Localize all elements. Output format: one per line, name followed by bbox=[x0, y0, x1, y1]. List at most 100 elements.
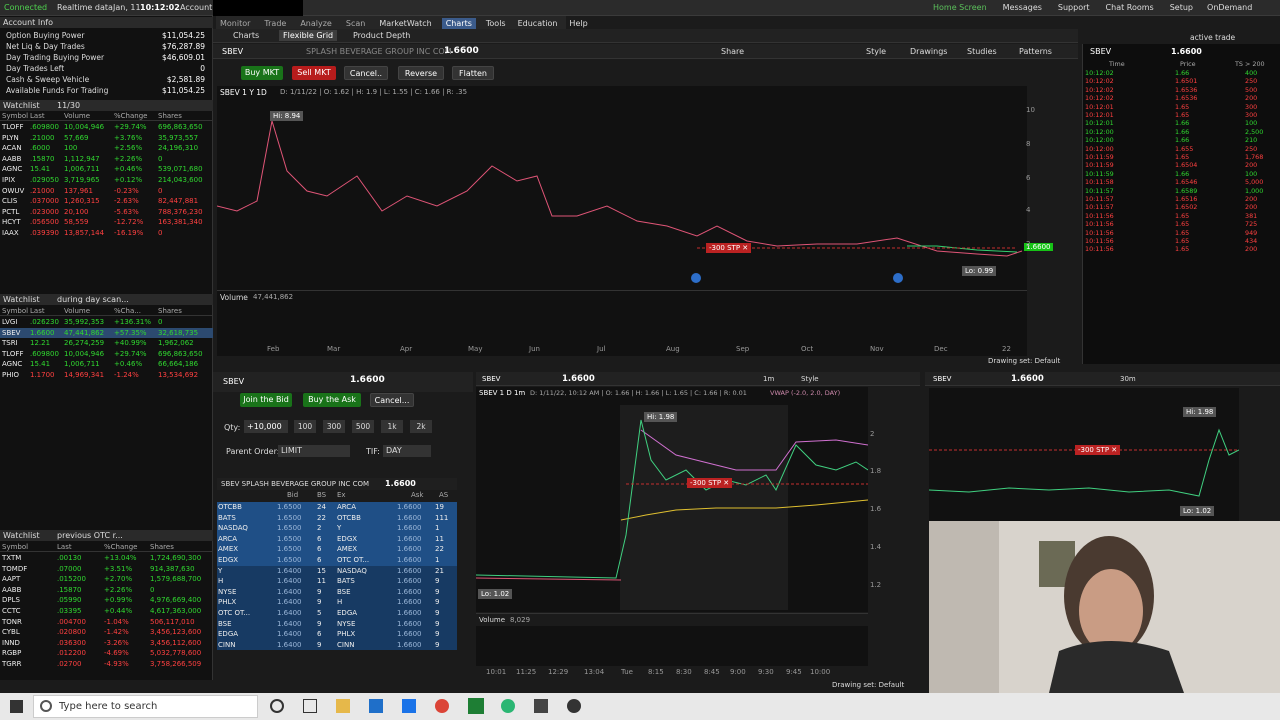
book-row[interactable]: EDGA 1.6400 6 PHLX 1.6600 9 bbox=[217, 629, 457, 640]
watchlist-row[interactable]: AABB .15870 +2.26% 0 bbox=[0, 585, 213, 596]
tab-product-depth[interactable]: Product Depth bbox=[353, 31, 410, 40]
symbol-input[interactable]: SBEV bbox=[222, 47, 243, 56]
watchlist-row[interactable]: ACAN .6000 100 +2.56% 24,196,310 bbox=[0, 143, 213, 154]
intraday-symbol-input[interactable]: SBEV bbox=[482, 375, 500, 383]
book-row[interactable]: CINN 1.6400 9 CINN 1.6600 9 bbox=[217, 639, 457, 651]
drawings-menu[interactable]: Drawings bbox=[910, 47, 947, 56]
book-row[interactable]: OTC OT... 1.6400 5 EDGA 1.6600 9 bbox=[217, 608, 457, 619]
tif-select[interactable]: DAY bbox=[383, 445, 431, 457]
qty-300-button[interactable]: 300 bbox=[323, 420, 345, 433]
store-icon[interactable] bbox=[369, 699, 383, 713]
cortana-icon[interactable] bbox=[270, 699, 284, 713]
book-row[interactable]: Y 1.6400 15 NASDAQ 1.6600 21 bbox=[217, 565, 457, 577]
watchlist-row[interactable]: TSRI 12.21 26,274,259 +40.99% 1,962,062 bbox=[0, 338, 213, 349]
support-link[interactable]: Support bbox=[1058, 3, 1090, 12]
watchlist-row[interactable]: TONR .004700 -1.04% 506,117,010 bbox=[0, 617, 213, 628]
menu-trade[interactable]: Trade bbox=[264, 19, 286, 28]
menu-education[interactable]: Education bbox=[518, 19, 558, 28]
file-explorer-icon[interactable] bbox=[336, 699, 350, 713]
watchlist-row[interactable]: HCYT .056500 58,559 -12.72% 163,381,340 bbox=[0, 217, 213, 228]
third-interval[interactable]: 30m bbox=[1120, 375, 1136, 383]
mail-icon[interactable] bbox=[402, 699, 416, 713]
third-stop-marker[interactable]: -300 STP ✕ bbox=[1075, 445, 1121, 455]
messages-link[interactable]: Messages bbox=[1003, 3, 1042, 12]
book-row[interactable]: ARCA 1.6500 6 EDGX 1.6600 11 bbox=[217, 533, 457, 545]
tab-charts[interactable]: Charts bbox=[233, 31, 259, 40]
watchlist-row[interactable]: PLYN .21000 57,669 +3.76% 35,973,557 bbox=[0, 133, 213, 144]
app-icon[interactable] bbox=[501, 699, 515, 713]
book-row[interactable]: BSE 1.6400 9 NYSE 1.6600 9 bbox=[217, 618, 457, 630]
ondemand-link[interactable]: OnDemand bbox=[1207, 3, 1252, 12]
book-row[interactable]: NYSE 1.6400 9 BSE 1.6600 9 bbox=[217, 586, 457, 598]
tab-flexible-grid[interactable]: Flexible Grid bbox=[279, 30, 338, 41]
menu-analyze[interactable]: Analyze bbox=[300, 19, 332, 28]
buy-mkt-button[interactable]: Buy MKT bbox=[241, 66, 283, 80]
watchlist-row[interactable]: AGNC 15.41 1,006,711 +0.46% 539,071,680 bbox=[0, 164, 213, 175]
buy-ask-button[interactable]: Buy the Ask bbox=[303, 393, 361, 407]
obs-icon[interactable] bbox=[567, 699, 581, 713]
drawing-set-label[interactable]: Drawing set: Default bbox=[988, 357, 1060, 365]
intraday-interval[interactable]: 1m bbox=[763, 375, 774, 383]
home-screen-link[interactable]: Home Screen bbox=[933, 3, 987, 12]
reverse-button[interactable]: Reverse bbox=[398, 66, 444, 80]
book-row[interactable]: NASDAQ 1.6500 2 Y 1.6600 1 bbox=[217, 523, 457, 534]
setup-link[interactable]: Setup bbox=[1170, 3, 1193, 12]
patterns-menu[interactable]: Patterns bbox=[1019, 47, 1052, 56]
watchlist-row[interactable]: TLOFF .609800 10,004,946 +29.74% 696,863,650 bbox=[0, 122, 213, 133]
qty-2k-button[interactable]: 2k bbox=[410, 420, 432, 433]
studies-menu[interactable]: Studies bbox=[967, 47, 997, 56]
watchlist-row[interactable]: PCTL .023000 20,100 -5.63% 788,376,230 bbox=[0, 207, 213, 218]
chat-rooms-link[interactable]: Chat Rooms bbox=[1106, 3, 1154, 12]
watchlist-row[interactable]: OWUV .21000 137,961 -0.23% 0 bbox=[0, 186, 213, 197]
book-row[interactable]: OTCBB 1.6500 24 ARCA 1.6600 19 bbox=[217, 502, 457, 513]
event-marker-icon[interactable] bbox=[691, 273, 701, 283]
qty-100-button[interactable]: 100 bbox=[294, 420, 316, 433]
qty-1k-button[interactable]: 1k bbox=[381, 420, 403, 433]
at-symbol[interactable]: SBEV bbox=[223, 377, 244, 386]
menu-help[interactable]: Help bbox=[569, 19, 587, 28]
excel-icon[interactable] bbox=[468, 698, 484, 714]
watchlist-row[interactable]: RGBP .012200 -4.69% 5,032,778,600 bbox=[0, 648, 213, 659]
watchlist2-header[interactable]: Watchlist during day scan... bbox=[0, 294, 213, 305]
intraday-style-menu[interactable]: Style bbox=[801, 375, 819, 383]
watchlist-row[interactable]: TOMDF .07000 +3.51% 914,387,630 bbox=[0, 564, 213, 575]
watchlist-row[interactable]: TGRR .02700 -4.93% 3,758,266,509 bbox=[0, 659, 213, 670]
stop-order-marker[interactable]: -300 STP ✕ bbox=[706, 243, 752, 253]
watchlist-row[interactable]: CLIS .037000 1,260,315 -2.63% 82,447,881 bbox=[0, 196, 213, 207]
watchlist-row[interactable]: CYBL .020800 -1.42% 3,456,123,600 bbox=[0, 627, 213, 638]
thinkorswim-icon[interactable] bbox=[534, 699, 548, 713]
book-row[interactable]: AMEX 1.6500 6 AMEX 1.6600 22 bbox=[217, 544, 457, 555]
join-bid-button[interactable]: Join the Bid bbox=[240, 393, 292, 407]
share-button[interactable]: Share bbox=[721, 47, 744, 56]
book-row[interactable]: EDGX 1.6500 6 OTC OT... 1.6600 1 bbox=[217, 555, 457, 566]
menu-marketwatch[interactable]: MarketWatch bbox=[379, 19, 431, 28]
watchlist-row[interactable]: AAPT .015200 +2.70% 1,579,688,700 bbox=[0, 574, 213, 585]
watchlist-row[interactable]: AABB .15870 1,112,947 +2.26% 0 bbox=[0, 154, 213, 165]
qty-input[interactable]: +10,000 bbox=[244, 420, 288, 433]
account-label[interactable]: Account bbox=[180, 3, 212, 12]
watchlist-row[interactable]: PHIO 1.1700 14,969,341 -1.24% 13,534,692 bbox=[0, 370, 213, 381]
watchlist1-header[interactable]: Watchlist 11/30 bbox=[0, 100, 213, 111]
watchlist-row[interactable]: IPIX .029050 3,719,965 +0.12% 214,043,600 bbox=[0, 175, 213, 186]
intraday-drawing-set[interactable]: Drawing set: Default bbox=[832, 681, 904, 689]
cancel-button[interactable]: Cancel.. bbox=[344, 66, 388, 80]
parent-order-select[interactable]: LIMIT bbox=[278, 445, 350, 457]
watchlist-row[interactable]: TLOFF .609800 10,004,946 +29.74% 696,863,650 bbox=[0, 349, 213, 360]
watchlist-row[interactable]: INND .036300 -3.26% 3,456,112,600 bbox=[0, 638, 213, 649]
ts-symbol[interactable]: SBEV bbox=[1090, 47, 1111, 56]
taskbar-search-input[interactable]: Type here to search bbox=[33, 695, 258, 718]
book-row[interactable]: H 1.6400 11 BATS 1.6600 9 bbox=[217, 576, 457, 587]
chrome-icon[interactable] bbox=[435, 699, 449, 713]
sell-mkt-button[interactable]: Sell MKT bbox=[292, 66, 336, 80]
intraday-stop-marker[interactable]: -300 STP ✕ bbox=[687, 478, 733, 488]
watchlist-row[interactable]: DPLS .05990 +0.99% 4,976,669,400 bbox=[0, 595, 213, 606]
book-row[interactable]: PHLX 1.6400 9 H 1.6600 9 bbox=[217, 597, 457, 608]
style-menu[interactable]: Style bbox=[866, 47, 886, 56]
watchlist-row[interactable]: IAAX .039390 13,857,144 -16.19% 0 bbox=[0, 228, 213, 239]
book-row[interactable]: BATS 1.6500 22 OTCBB 1.6600 111 bbox=[217, 512, 457, 524]
qty-500-button[interactable]: 500 bbox=[352, 420, 374, 433]
watchlist-row[interactable]: CCTC .03395 +0.44% 4,617,363,000 bbox=[0, 606, 213, 617]
menu-scan[interactable]: Scan bbox=[346, 19, 365, 28]
watchlist-row[interactable]: LVGI .026230 35,992,353 +136.31% 0 bbox=[0, 317, 213, 328]
menu-charts[interactable]: Charts bbox=[441, 17, 476, 29]
